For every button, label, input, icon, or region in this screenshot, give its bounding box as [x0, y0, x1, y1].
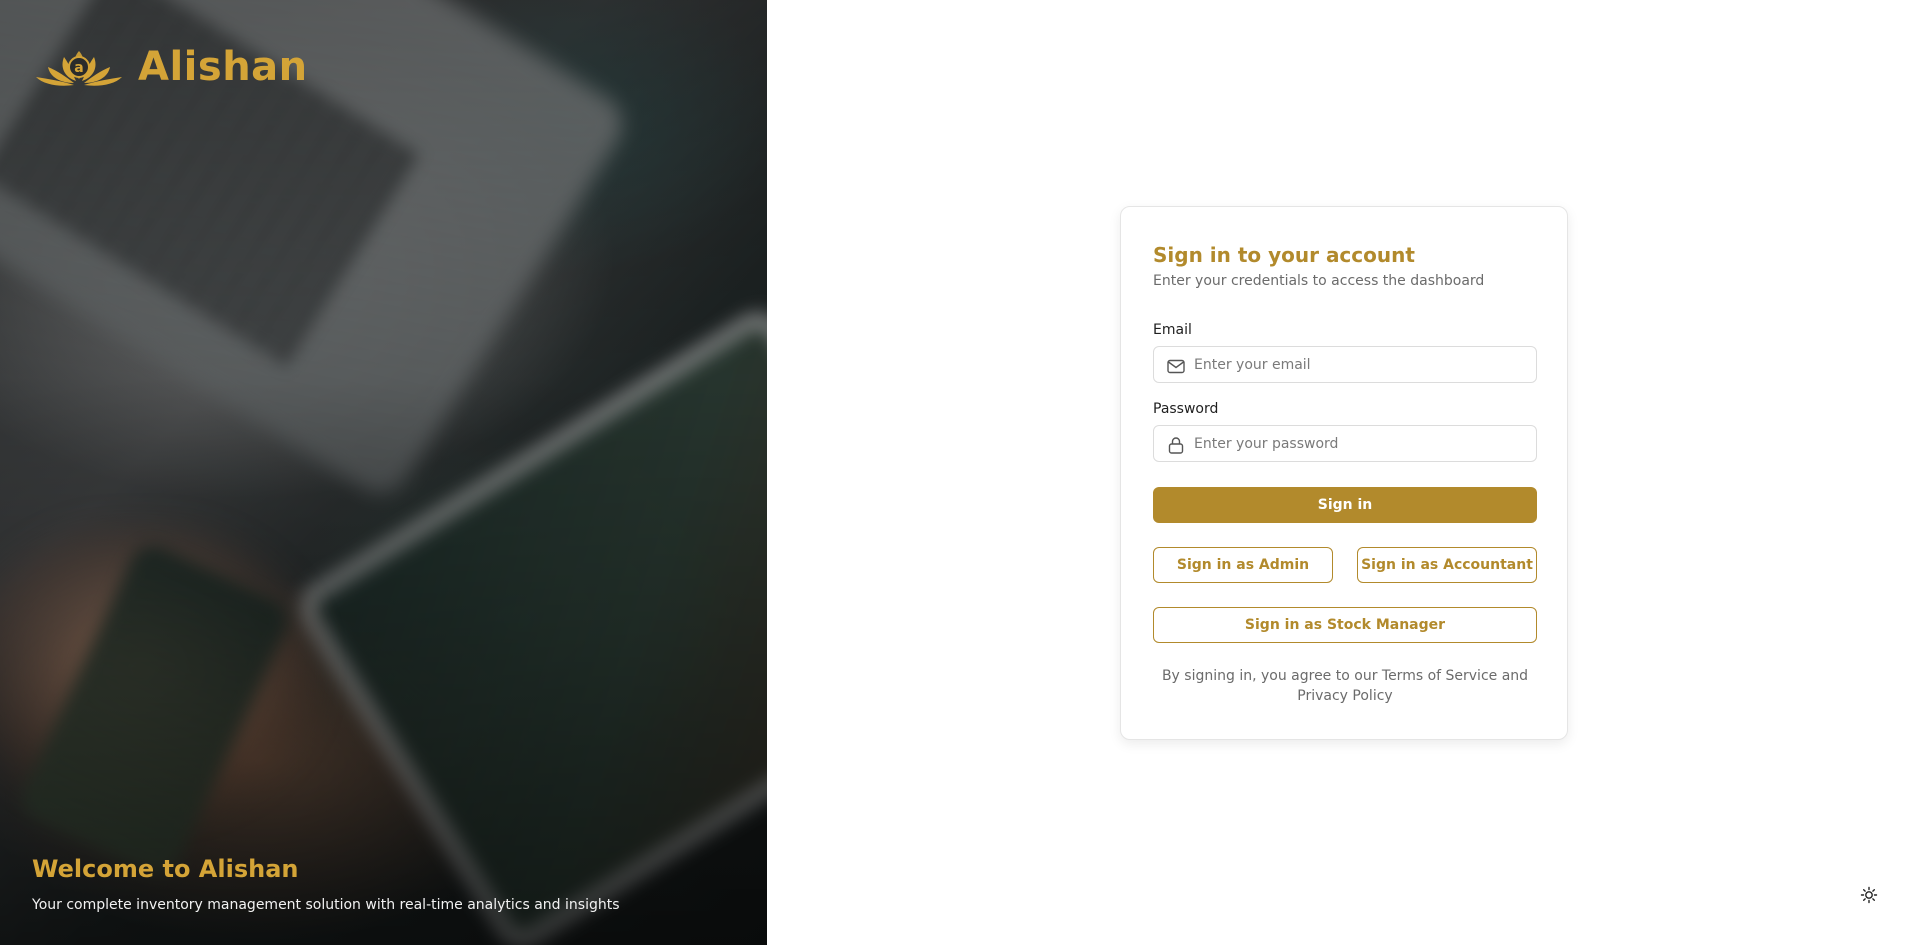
card-subtitle: Enter your credentials to access the das…: [1153, 273, 1485, 289]
sign-in-accountant-button[interactable]: Sign in as Accountant: [1357, 547, 1537, 583]
brand: a Alishan: [34, 44, 308, 90]
hero-subtitle: Your complete inventory management solut…: [32, 897, 620, 913]
sign-in-card: Sign in to your account Enter your crede…: [1120, 206, 1568, 740]
card-title: Sign in to your account: [1153, 243, 1415, 267]
hero-overlay: [0, 0, 767, 945]
email-input[interactable]: [1194, 347, 1524, 382]
terms-text: By signing in, you agree to our Terms of…: [1161, 668, 1529, 704]
brand-logo-icon: a: [34, 45, 124, 89]
mail-icon: [1166, 356, 1186, 376]
hero-caption: Welcome to Alishan Your complete invento…: [32, 855, 620, 913]
svg-text:a: a: [74, 60, 83, 76]
email-field-wrapper: [1153, 346, 1537, 383]
sign-in-admin-button[interactable]: Sign in as Admin: [1153, 547, 1333, 583]
hero-panel: a Alishan Welcome to Alishan Your comple…: [0, 0, 767, 945]
password-label: Password: [1153, 401, 1219, 417]
hero-title: Welcome to Alishan: [32, 855, 299, 883]
sign-in-stock-manager-button[interactable]: Sign in as Stock Manager: [1153, 607, 1537, 643]
email-group: Email: [1153, 322, 1537, 383]
lock-icon: [1166, 435, 1186, 455]
password-input[interactable]: [1194, 426, 1524, 461]
brand-name: Alishan: [138, 44, 308, 90]
email-label: Email: [1153, 322, 1192, 338]
password-field-wrapper: [1153, 425, 1537, 462]
sun-icon[interactable]: [1860, 886, 1878, 904]
password-group: Password: [1153, 401, 1537, 462]
sign-in-button[interactable]: Sign in: [1153, 487, 1537, 523]
